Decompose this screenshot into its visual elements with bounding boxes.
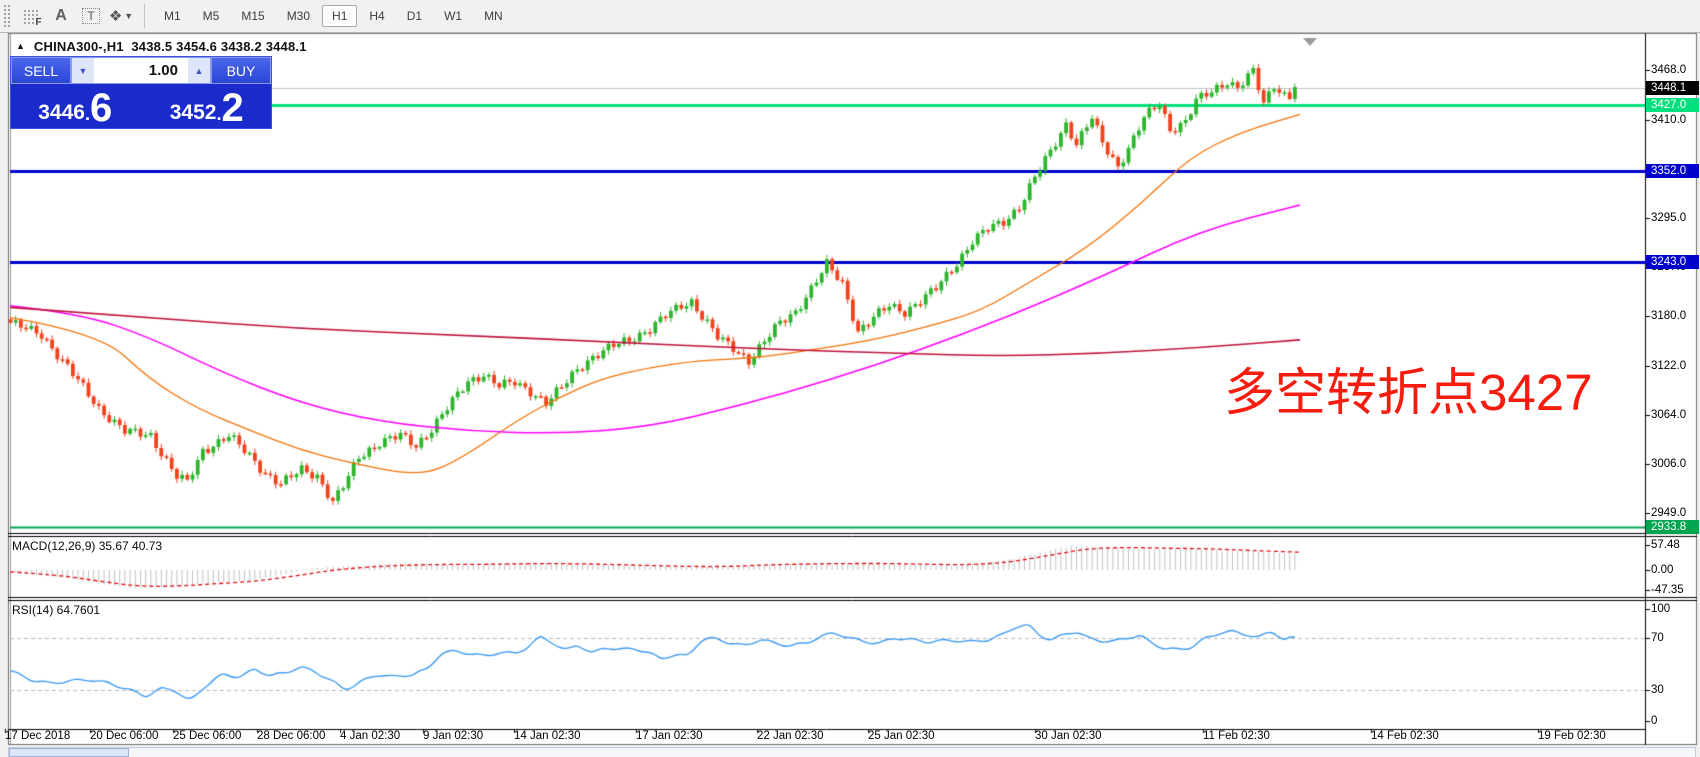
price-tick-label: 3006.0	[1651, 458, 1686, 470]
text-label-icon[interactable]: A	[48, 3, 74, 29]
text-box-icon[interactable]: T	[78, 3, 104, 29]
scrollbar-thumb[interactable]	[9, 748, 129, 757]
price-level-badge: 3448.1	[1646, 81, 1699, 95]
chart-ohlc-header: ▲ CHINA300-,H1 3438.5 3454.6 3438.2 3448…	[16, 39, 307, 54]
buy-button[interactable]: BUY	[211, 57, 271, 84]
volume-input[interactable]	[94, 58, 188, 83]
price-tick-label: 3064.0	[1651, 409, 1686, 421]
timeframe-button-m5[interactable]: M5	[193, 5, 230, 27]
time-tick-label: 25 Jan 02:30	[868, 730, 935, 742]
timeframe-button-d1[interactable]: D1	[397, 5, 432, 27]
rsi-axis-label: 100	[1651, 603, 1670, 615]
price-level-badge: 3352.0	[1646, 164, 1699, 178]
time-tick-label: 30 Jan 02:30	[1035, 730, 1102, 742]
draw-objects-icon[interactable]: ❖ ▼	[108, 3, 134, 29]
time-tick-label: 4 Jan 02:30	[340, 730, 400, 742]
time-tick-label: 25 Dec 06:00	[173, 730, 241, 742]
toolbar-separator	[144, 4, 145, 28]
time-tick-label: 17 Jan 02:30	[636, 730, 703, 742]
timeframe-button-w1[interactable]: W1	[434, 5, 472, 27]
timeframe-button-m15[interactable]: M15	[231, 5, 274, 27]
price-level-badge: 3427.0	[1646, 98, 1699, 112]
symbol-timeframe-label: CHINA300-,H1	[34, 39, 124, 54]
rsi-axis-label: 70	[1651, 632, 1664, 644]
volume-decrease-button[interactable]: ▼	[72, 58, 94, 83]
chevron-down-icon: ▼	[124, 11, 133, 21]
grid-dots-icon: F	[23, 9, 40, 24]
volume-increase-button[interactable]: ▲	[188, 58, 210, 83]
chart-text-annotation[interactable]: 多空转折点3427	[1224, 366, 1592, 420]
rsi-axis-label: 0	[1651, 715, 1657, 727]
ask-price-display[interactable]: 3452.2	[143, 86, 272, 128]
price-tick-label: 3180.0	[1651, 310, 1686, 322]
rsi-indicator-label: RSI(14) 64.7601	[12, 603, 100, 617]
time-tick-label: 19 Feb 02:30	[1538, 730, 1606, 742]
price-level-badge: 3243.0	[1646, 255, 1699, 269]
bid-price-display[interactable]: 3446.6	[11, 86, 140, 128]
symbol-grid-icon[interactable]: F	[18, 3, 44, 29]
time-tick-label: 9 Jan 02:30	[423, 730, 483, 742]
price-tick-label: 3410.0	[1651, 114, 1686, 126]
time-tick-label: 14 Jan 02:30	[514, 730, 581, 742]
timeframe-button-m30[interactable]: M30	[277, 5, 320, 27]
toolbar-grip[interactable]	[3, 4, 10, 28]
time-tick-label: 11 Feb 02:30	[1203, 730, 1270, 742]
timeframe-button-h4[interactable]: H4	[359, 5, 394, 27]
expand-arrow-icon[interactable]: ▲	[16, 41, 25, 51]
volume-control: ▼ ▲	[71, 57, 211, 84]
timeframe-button-m1[interactable]: M1	[154, 5, 191, 27]
sell-button[interactable]: SELL	[11, 57, 71, 84]
macd-indicator-label: MACD(12,26,9) 35.67 40.73	[12, 539, 162, 553]
time-tick-label: 22 Jan 02:30	[757, 730, 824, 742]
timeframe-button-mn[interactable]: MN	[474, 5, 513, 27]
price-tick-label: 2949.0	[1651, 507, 1686, 519]
price-tick-label: 3122.0	[1651, 360, 1686, 372]
main-toolbar: F A T ❖ ▼ M1M5M15M30H1H4D1W1MN	[0, 0, 1700, 33]
time-tick-label: 20 Dec 06:00	[90, 730, 158, 742]
rsi-axis-label: 30	[1651, 684, 1664, 696]
one-click-trading-panel: SELL ▼ ▲ BUY 3446.6 3452.2	[10, 56, 272, 129]
price-tick-label: 3295.0	[1651, 212, 1686, 224]
macd-axis-label: 57.48	[1651, 539, 1680, 551]
timeframe-button-h1[interactable]: H1	[322, 5, 357, 27]
trading-platform-window: F A T ❖ ▼ M1M5M15M30H1H4D1W1MN ▲ CHINA30…	[0, 0, 1700, 757]
time-tick-label: 28 Dec 06:00	[257, 730, 325, 742]
price-level-badge: 2933.8	[1646, 520, 1699, 534]
macd-axis-label: 0.00	[1651, 564, 1673, 576]
macd-axis-label: -47.35	[1651, 584, 1684, 596]
time-tick-label: 17 Dec 2018	[5, 730, 70, 742]
timeframe-button-group: M1M5M15M30H1H4D1W1MN	[153, 5, 514, 27]
horizontal-scrollbar[interactable]	[8, 747, 1696, 757]
price-tick-label: 3468.0	[1651, 64, 1686, 76]
time-tick-label: 14 Feb 02:30	[1371, 730, 1439, 742]
ohlc-values: 3438.5 3454.6 3438.2 3448.1	[131, 39, 306, 54]
